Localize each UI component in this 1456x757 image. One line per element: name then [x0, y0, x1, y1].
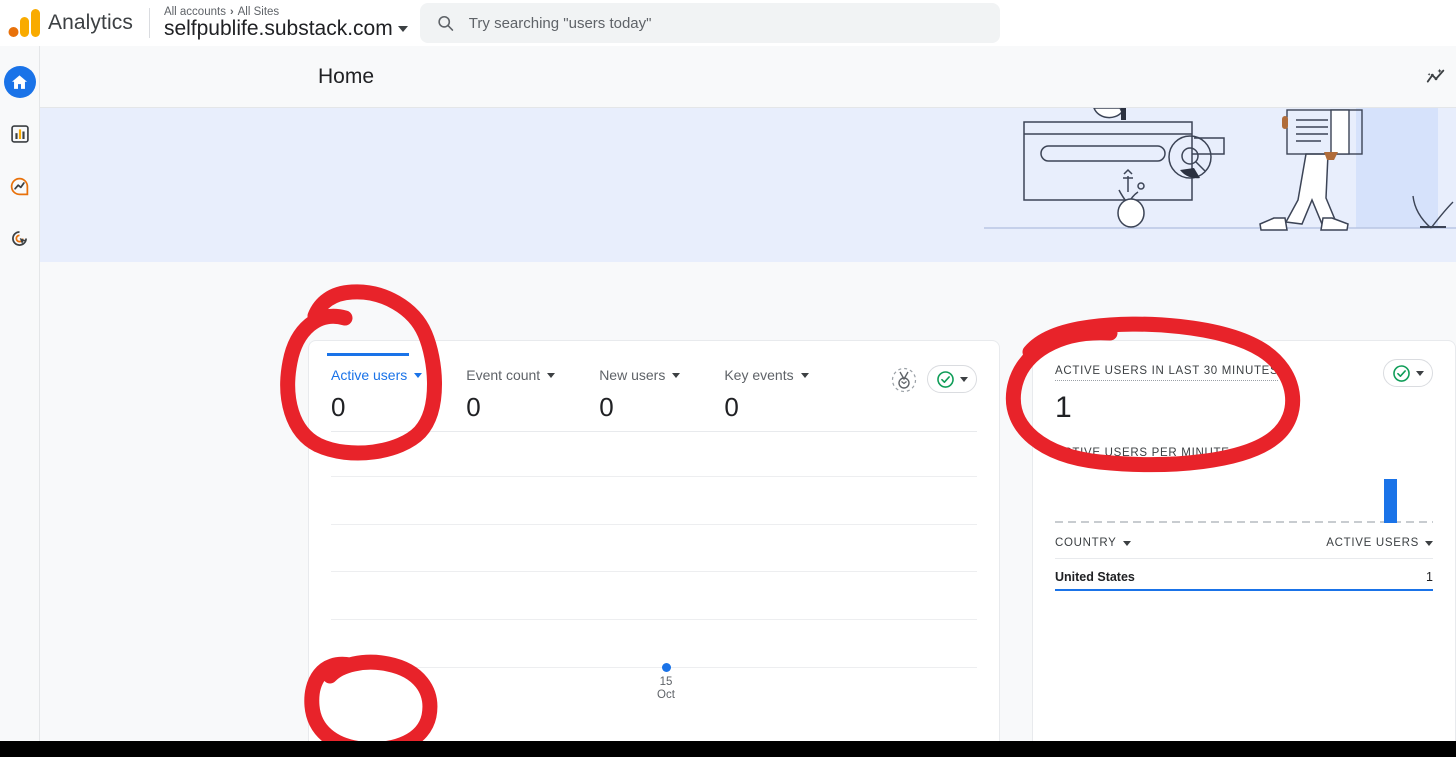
- chevron-down-icon: [1122, 540, 1131, 546]
- active-users-per-minute-chart[interactable]: [1055, 467, 1433, 523]
- table-header: COUNTRY ACTIVE USERS: [1055, 537, 1433, 559]
- chevron-down-icon[interactable]: [672, 372, 681, 378]
- per-minute-label: ACTIVE USERS PER MINUTE: [1055, 447, 1230, 459]
- column-header-active-users[interactable]: ACTIVE USERS: [1326, 537, 1433, 549]
- metric-value: 0: [599, 392, 614, 422]
- check-circle-icon: [1393, 364, 1410, 382]
- chevron-down-icon[interactable]: [547, 372, 556, 378]
- baseline-axis: [1055, 521, 1433, 523]
- status-badge[interactable]: [927, 365, 977, 393]
- metric-label: New users: [599, 367, 681, 383]
- page-header: Home: [40, 46, 1456, 108]
- chevron-down-icon[interactable]: [800, 372, 809, 378]
- analytics-home-page: Analytics All accounts › All Sites selfp…: [0, 0, 1456, 741]
- check-circle-icon: [937, 370, 954, 388]
- metric-new-users[interactable]: New users 0: [599, 353, 681, 423]
- content-area: Home Active users 0 Event count 0 New us…: [40, 46, 1456, 741]
- metric-label: Active users: [331, 367, 423, 383]
- table-row[interactable]: United States 1: [1055, 559, 1433, 591]
- metric-label: Event count: [466, 367, 556, 383]
- cell-country: United States: [1055, 570, 1135, 584]
- realtime-headline-label: ACTIVE USERS IN LAST 30 MINUTES: [1055, 365, 1279, 381]
- sidebar-item-advertising[interactable]: [4, 222, 36, 254]
- column-header-country[interactable]: COUNTRY: [1055, 537, 1131, 549]
- explore-icon: [10, 177, 29, 195]
- metric-key-events[interactable]: Key events 0: [724, 353, 809, 423]
- metric-label-text: Active users: [331, 367, 408, 383]
- left-nav-rail: [0, 46, 40, 741]
- insights-icon[interactable]: [1422, 63, 1450, 91]
- cards-region: Active users 0 Event count 0 New users 0…: [40, 262, 1456, 741]
- metric-label-text: Event count: [466, 367, 541, 383]
- chevron-down-icon: [397, 25, 408, 32]
- realtime-card: ACTIVE USERS IN LAST 30 MINUTES 1 ACTIVE…: [1032, 340, 1456, 741]
- realtime-status-badge[interactable]: [1383, 359, 1433, 387]
- search-bar[interactable]: [420, 3, 1000, 43]
- metric-value: 0: [466, 392, 481, 422]
- property-name-label: selfpublife.substack.com: [163, 16, 393, 40]
- search-input[interactable]: [468, 14, 984, 32]
- gridline: [331, 571, 977, 572]
- x-axis-tick-label: 15 Oct: [638, 676, 694, 702]
- advertising-target-icon: [12, 230, 27, 246]
- hero-banner: [40, 108, 1456, 262]
- property-name[interactable]: selfpublife.substack.com: [164, 17, 408, 41]
- sidebar-item-home[interactable]: [3, 66, 36, 98]
- search-icon: [438, 15, 454, 31]
- page-title: Home: [318, 64, 375, 88]
- metric-label-text: New users: [599, 367, 666, 383]
- row-value-bar: [1055, 589, 1433, 591]
- metric-value: 0: [331, 392, 346, 422]
- metric-active-users[interactable]: Active users 0: [326, 353, 423, 423]
- chevron-down-icon[interactable]: [960, 376, 968, 382]
- overview-card: Active users 0 Event count 0 New users 0…: [308, 340, 1000, 741]
- metric-value: 0: [724, 392, 739, 422]
- chevron-down-icon: [1425, 540, 1433, 546]
- bar: [1384, 479, 1397, 523]
- reports-bar-chart-icon: [10, 125, 29, 143]
- gridline: [331, 619, 977, 620]
- top-bar: Analytics All accounts › All Sites selfp…: [0, 0, 1456, 46]
- award-medal-icon[interactable]: [891, 367, 917, 393]
- sidebar-item-explore[interactable]: [4, 170, 36, 202]
- divider: [148, 8, 150, 38]
- realtime-country-table: COUNTRY ACTIVE USERS United States 1: [1055, 537, 1433, 591]
- metric-strip: Active users 0 Event count 0 New users 0…: [309, 341, 999, 431]
- hero-illustration: [976, 108, 1456, 262]
- cell-active-users: 1: [1426, 570, 1433, 584]
- column-label: COUNTRY: [1055, 537, 1117, 549]
- chevron-down-icon[interactable]: [1416, 370, 1424, 376]
- metric-event-count[interactable]: Event count 0: [466, 353, 556, 423]
- data-point: [662, 663, 671, 672]
- sidebar-item-reports[interactable]: [4, 118, 36, 150]
- metric-label: Key events: [724, 367, 809, 383]
- gridline: [331, 667, 977, 668]
- brand-label: Analytics: [48, 11, 133, 34]
- gridline: [331, 476, 977, 477]
- gridline: [331, 524, 977, 525]
- account-selector[interactable]: All accounts › All Sites selfpublife.sub…: [164, 6, 408, 41]
- realtime-summary: ACTIVE USERS IN LAST 30 MINUTES 1 ACTIVE…: [1033, 341, 1455, 459]
- sparkline-insights-icon: [1426, 68, 1445, 82]
- tick-month: Oct: [657, 689, 675, 701]
- tick-day: 15: [659, 676, 673, 688]
- home-icon: [11, 74, 28, 89]
- row-content: United States 1: [1055, 559, 1433, 589]
- column-label: ACTIVE USERS: [1326, 537, 1419, 549]
- chevron-down-icon[interactable]: [414, 372, 423, 378]
- google-analytics-logo-icon: [8, 9, 40, 37]
- active-users-line-chart[interactable]: 15 Oct: [331, 432, 977, 741]
- realtime-headline-value: 1: [1055, 391, 1072, 424]
- metric-label-text: Key events: [724, 367, 794, 383]
